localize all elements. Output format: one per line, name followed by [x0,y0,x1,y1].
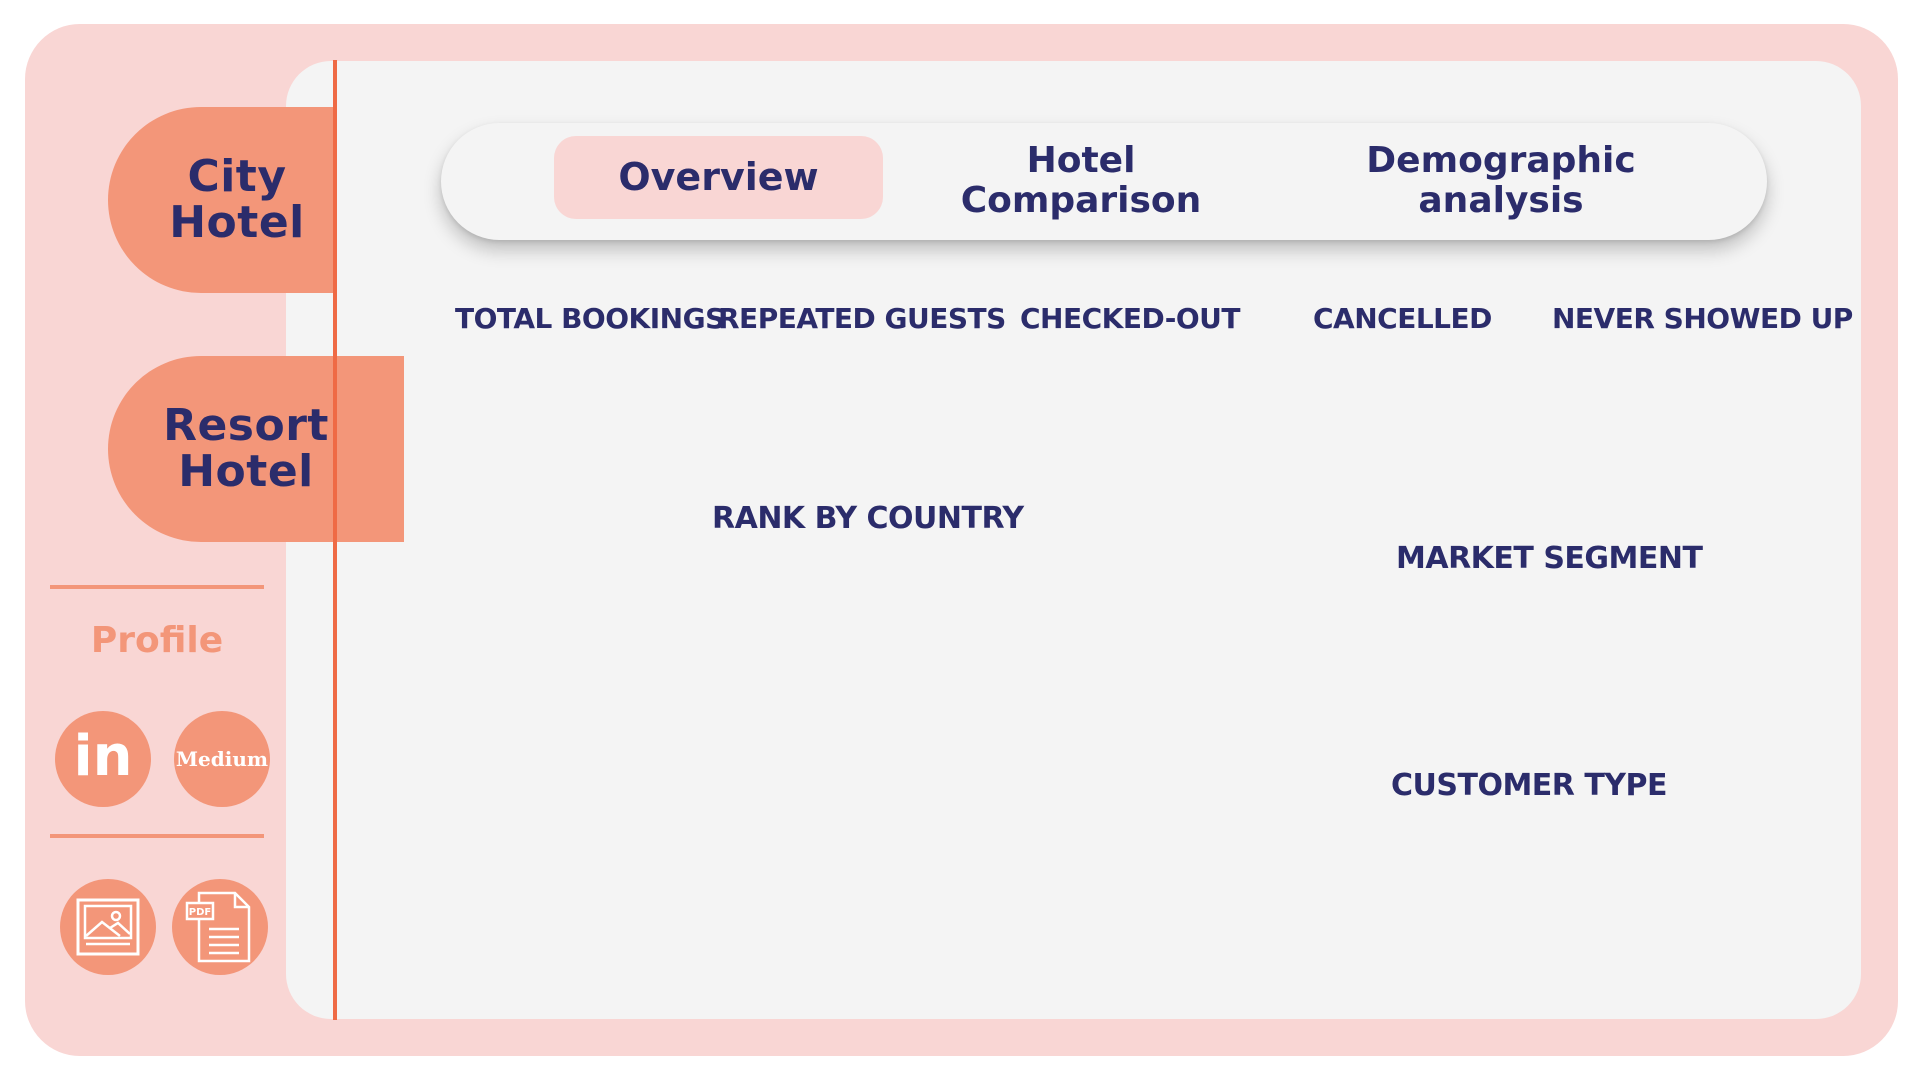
pdf-download-button[interactable]: PDF [172,879,268,975]
tab-resort-hotel-label: Resort Hotel [163,399,329,497]
linkedin-icon: in [73,724,133,789]
market-segment-title: MARKET SEGMENT [1396,541,1703,576]
image-icon [76,898,140,956]
customer-type-title: CUSTOMER TYPE [1391,768,1668,803]
sidebar-divider-line [333,60,337,1020]
image-download-button[interactable] [60,879,156,975]
pdf-icon: PDF [185,891,251,963]
tab-city-hotel[interactable]: City Hotel [108,107,336,293]
rank-by-country-title: RANK BY COUNTRY [712,501,1024,536]
kpi-checked-out-title: CHECKED-OUT [1020,302,1241,335]
tab-city-hotel-label: City Hotel [169,150,305,248]
kpi-cancelled-title: CANCELLED [1313,302,1492,335]
tab-resort-hotel[interactable]: Resort Hotel [108,356,404,542]
medium-button[interactable]: Medium [174,711,270,807]
profile-divider-top [50,585,264,589]
nav-tab-demographic-analysis[interactable]: Demographic analysis [1301,136,1701,226]
nav-tab-overview[interactable]: Overview [554,136,883,219]
profile-label: Profile [90,620,224,661]
nav-tab-hotel-comparison[interactable]: Hotel Comparison [921,136,1241,226]
kpi-repeated-guests-title: REPEATED GUESTS [718,302,1006,335]
linkedin-button[interactable]: in [55,711,151,807]
medium-icon: Medium [175,747,269,771]
kpi-total-bookings-title: TOTAL BOOKINGS [455,302,725,335]
profile-divider-bottom [50,834,264,838]
kpi-never-showed-up-title: NEVER SHOWED UP [1552,302,1853,335]
pdf-badge: PDF [189,907,211,918]
top-navigation-bar: Overview Hotel Comparison Demographic an… [441,123,1767,240]
